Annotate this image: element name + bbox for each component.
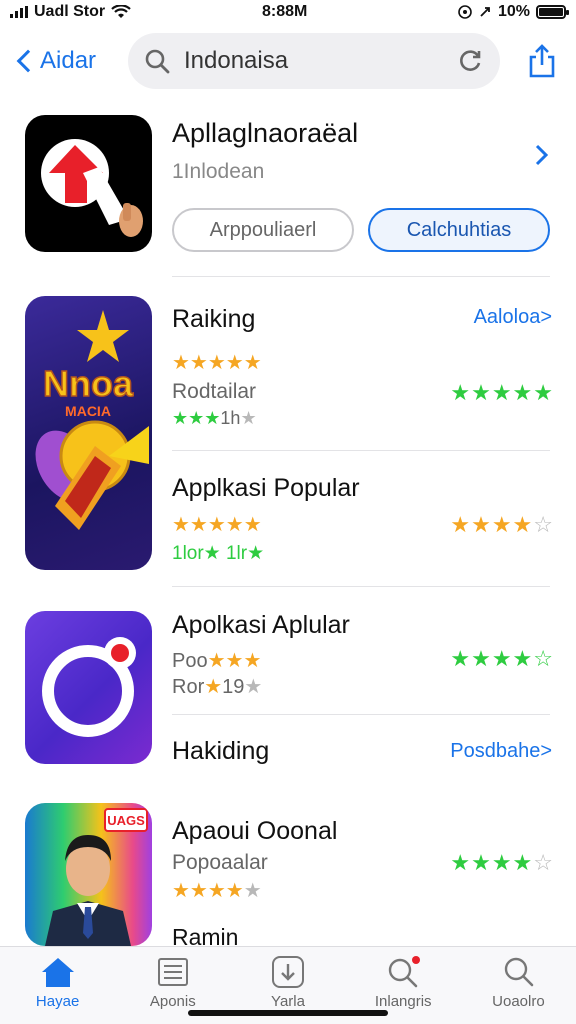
search-icon: [505, 957, 534, 987]
status-bar: Uadl Stor 8:88M 10%: [0, 0, 576, 24]
search-value: Indonaisa: [184, 47, 289, 74]
ranking-sub-rating: 1h: [220, 408, 241, 428]
tab-home[interactable]: Hayae: [0, 947, 115, 1024]
person-app-icon[interactable]: UAGS: [25, 803, 152, 946]
battery-icon: [536, 5, 569, 19]
game-icon-subtitle: MACIA: [65, 403, 111, 419]
ranking-sub-label: Rodtailar: [172, 380, 257, 403]
ranking-stars: ★★★★★: [172, 352, 262, 374]
ooonal-stars-right: ★★★★☆: [450, 850, 554, 875]
hakiding-see-all-link[interactable]: Posdbahe>: [450, 740, 552, 763]
search-icon: [145, 49, 170, 74]
ranking-see-all-link[interactable]: Aaloloa>: [474, 306, 552, 329]
featured-title: Apllaglnaoraëal: [172, 118, 359, 148]
popular-app-stars: ★★★★★: [172, 514, 262, 536]
home-icon: [41, 958, 74, 987]
status-left: Uadl Stor: [10, 3, 131, 21]
ranking-sub-stars: ★★★1h★: [172, 408, 257, 428]
aplular-line1-text: Poo: [172, 650, 208, 672]
ring-app-icon[interactable]: [25, 611, 152, 764]
tab-search-label: Uoaolro: [492, 993, 545, 1010]
download-icon: [272, 956, 304, 988]
featured-app-icon[interactable]: [25, 115, 152, 252]
list-icon: [157, 958, 188, 986]
refresh-icon[interactable]: [458, 48, 484, 74]
aplular-line2-number: 19: [222, 676, 245, 698]
ooonal-app-title[interactable]: Apaoui Ooonal: [172, 817, 337, 846]
divider: [172, 450, 550, 451]
search-badge-icon: [389, 956, 421, 988]
popular-app-stars-right: ★★★★☆: [450, 512, 554, 537]
battery-percent: 10%: [497, 3, 530, 20]
wifi-icon: [111, 5, 131, 18]
popular-app-subline: 1lor★ 1lr★: [172, 543, 265, 564]
divider: [172, 714, 550, 715]
featured-button-right[interactable]: Calchuhtias: [368, 208, 550, 252]
game-icon-title: Nnoa: [43, 363, 134, 404]
status-time: 8:88M: [262, 3, 308, 20]
tab-search-alert-label: Inlangris: [374, 993, 432, 1010]
aplular-line2-text: Ror: [172, 676, 205, 698]
ooonal-stars: ★★★★★: [172, 880, 262, 902]
popular-app-title[interactable]: Applkasi Popular: [172, 474, 360, 503]
share-icon: [529, 44, 555, 78]
back-label: Aidar: [40, 47, 97, 74]
orientation-icon: [480, 7, 490, 17]
tab-home-label: Hayae: [35, 993, 80, 1010]
tab-apps-label: Aponis: [149, 993, 196, 1010]
aplular-stars-right: ★★★★☆: [450, 646, 554, 671]
search-input[interactable]: Indonaisa: [128, 33, 500, 89]
tab-updates-label: Yarla: [271, 993, 305, 1010]
share-button[interactable]: [522, 41, 562, 81]
signal-icon: [10, 6, 28, 18]
nav-bar: Aidar Indonaisa: [0, 30, 576, 92]
aplular-line2: Ror★19★: [172, 676, 263, 698]
person-icon-badge: UAGS: [107, 813, 145, 828]
back-button[interactable]: Aidar: [12, 39, 114, 83]
ranking-heading: Raiking: [172, 305, 256, 333]
carrier-label: Uadl Stor: [34, 3, 106, 20]
divider: [172, 276, 550, 277]
ooonal-subtitle: Popoaalar: [172, 851, 268, 874]
game-app-icon[interactable]: Nnoa MACIA: [25, 296, 152, 570]
home-indicator: [188, 1010, 388, 1016]
tab-search[interactable]: Uoaolro: [461, 947, 576, 1024]
status-right: 10%: [458, 3, 569, 21]
featured-subtitle: 1Inlodean: [172, 160, 265, 183]
location-icon: [458, 5, 472, 19]
chevron-left-icon: [16, 49, 40, 73]
featured-button-left[interactable]: Arppouliaerl: [172, 208, 354, 252]
chevron-right-icon[interactable]: [534, 144, 550, 166]
hakiding-heading: Hakiding: [172, 737, 270, 765]
ranking-stars-right: ★★★★★: [450, 380, 554, 405]
divider: [172, 586, 550, 587]
aplular-line1: Poo★★★: [172, 650, 262, 672]
aplular-app-title[interactable]: Apolkasi Aplular: [172, 611, 350, 640]
